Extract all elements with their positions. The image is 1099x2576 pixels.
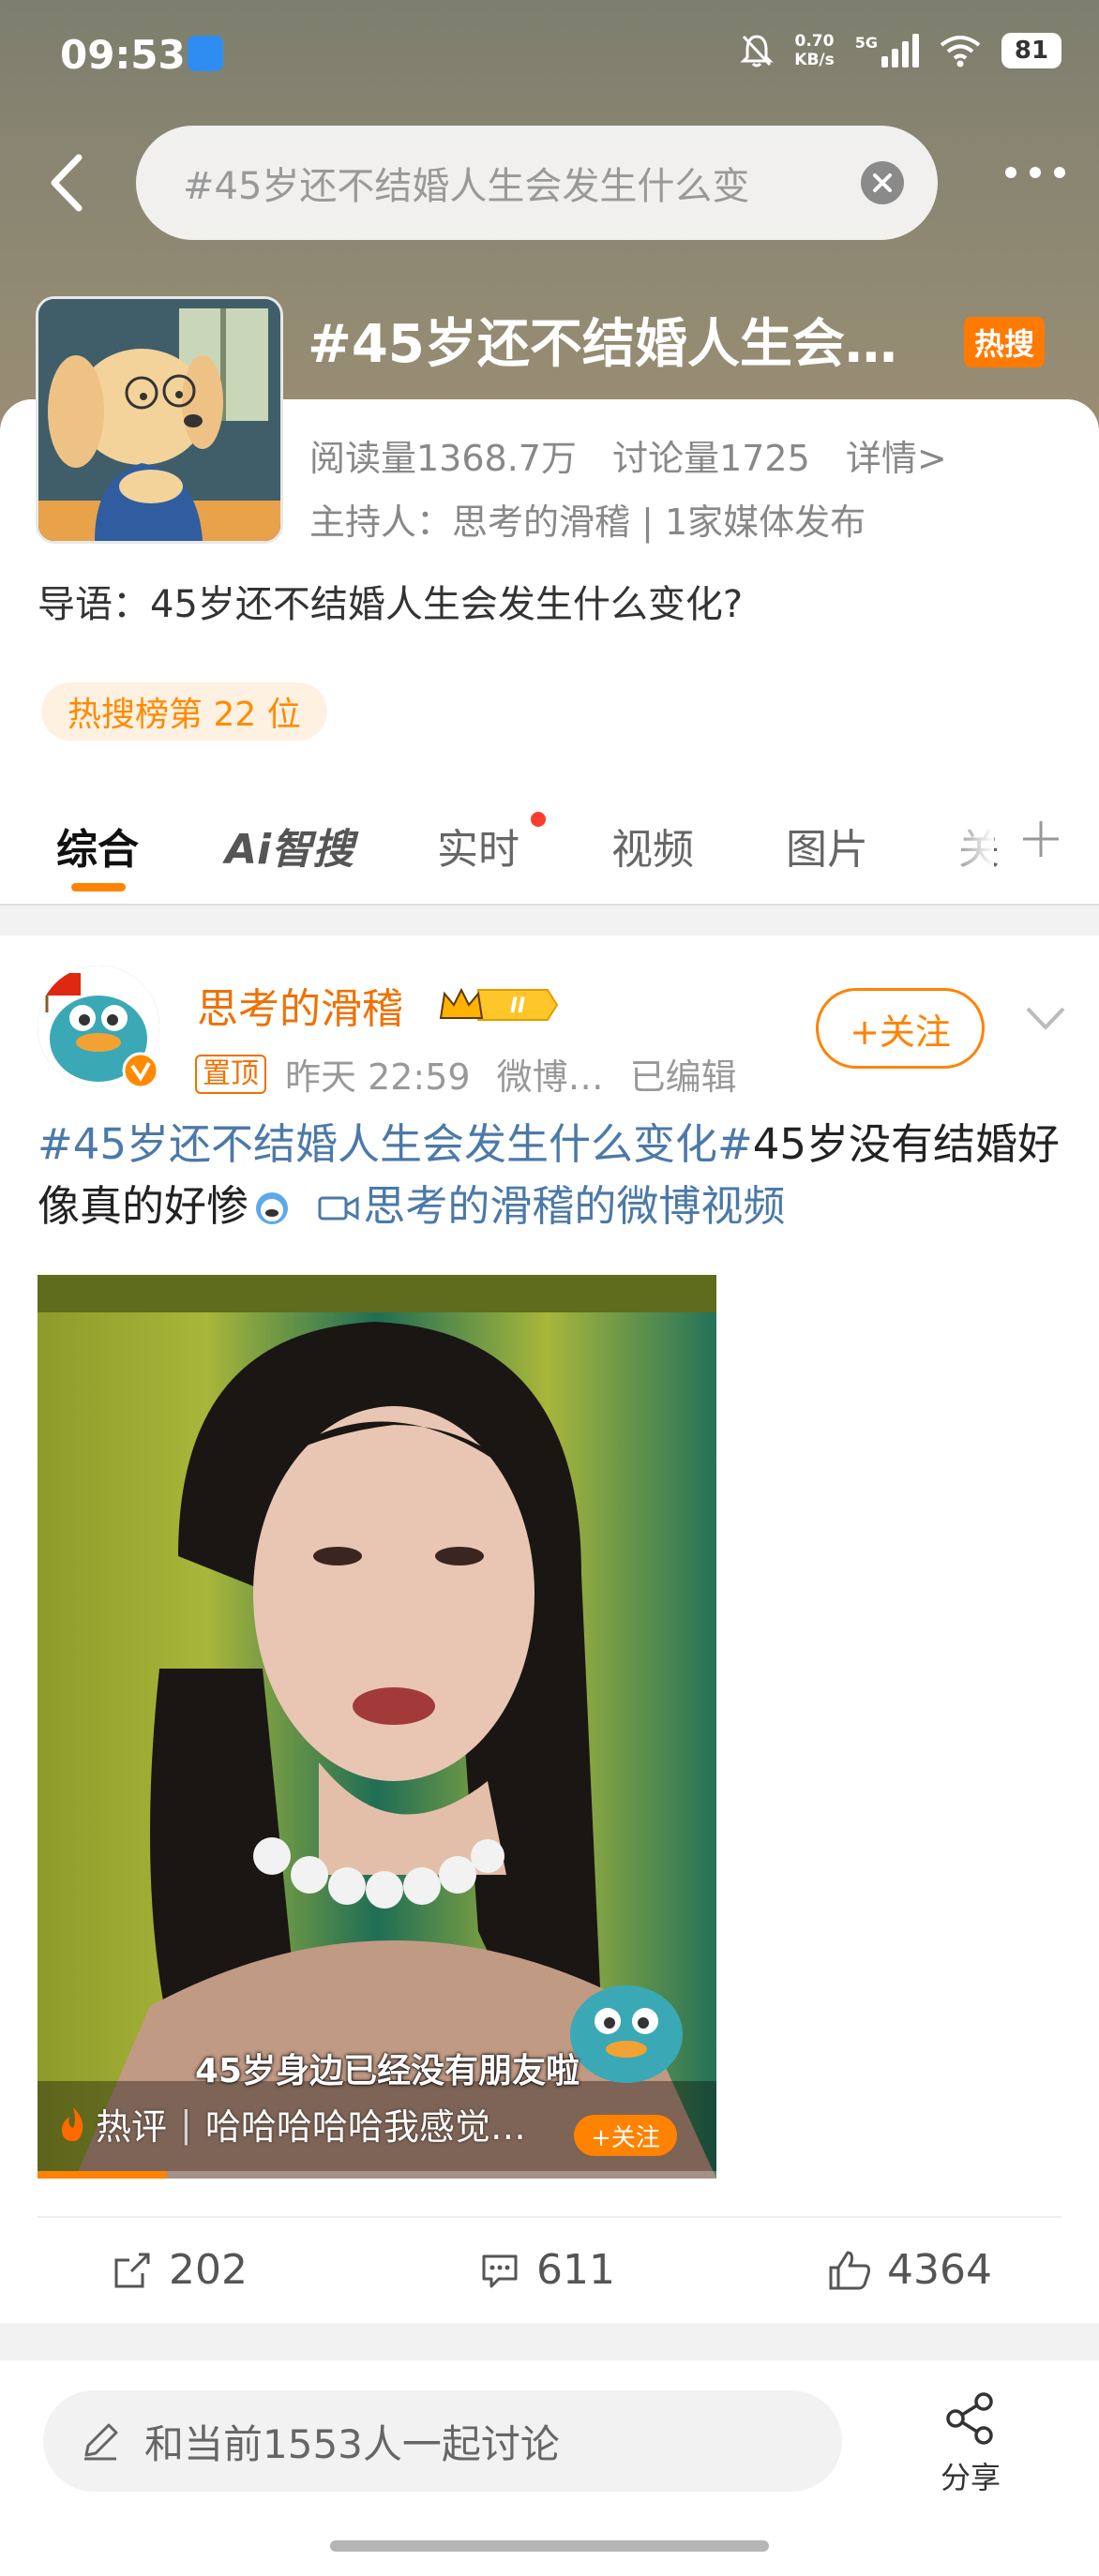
tab-comprehensive[interactable]: 综合 xyxy=(56,816,139,876)
repost-button[interactable]: 202 xyxy=(111,2246,248,2294)
active-tab-indicator xyxy=(71,883,126,891)
pencil-icon xyxy=(84,2423,118,2461)
status-bar: 09:53 0.70 KB/s 5G 81 xyxy=(0,0,1099,112)
tab-ai-search[interactable]: Ai智搜 xyxy=(225,816,354,876)
author-name[interactable]: 思考的滑稽 xyxy=(197,975,403,1035)
chevron-down-icon xyxy=(1026,1007,1065,1030)
back-button[interactable] xyxy=(45,150,92,216)
video-subtitle: 45岁身边已经没有朋友啦 xyxy=(195,2052,580,2090)
verified-badge-icon xyxy=(122,1052,159,1089)
hot-comment-label: 热评 xyxy=(96,2106,168,2148)
back-arrow-icon xyxy=(51,154,83,212)
mascot-icon xyxy=(570,1985,683,2083)
topic-stats: 阅读量1368.7万 讨论量1725 详情> xyxy=(309,429,971,481)
add-tab-button[interactable] xyxy=(1017,816,1064,862)
share-arrow-icon xyxy=(114,2253,150,2287)
close-icon xyxy=(873,173,892,192)
clear-search-button[interactable] xyxy=(861,161,904,204)
video-player[interactable]: 45岁身边已经没有朋友啦 热评 | 哈哈哈哈哈我感觉… +关注 xyxy=(38,1275,716,2179)
hot-comment[interactable]: 热评 | 哈哈哈哈哈我感觉… xyxy=(56,2098,526,2149)
follow-button[interactable]: +关注 xyxy=(816,988,985,1069)
search-query-text: #45岁还不结婚人生会发生什么变 xyxy=(183,165,750,208)
discussion-input[interactable]: 和当前1553人一起讨论 xyxy=(43,2390,842,2492)
like-button[interactable]: 4364 xyxy=(827,2246,992,2294)
discussion-count: 讨论量1725 xyxy=(612,438,810,479)
post-actions: 202 611 4364 xyxy=(38,2216,1061,2325)
comment-button[interactable]: 611 xyxy=(478,2246,615,2294)
more-dot-icon xyxy=(1005,167,1016,178)
more-dot-icon xyxy=(1030,167,1041,178)
more-options-button[interactable] xyxy=(1005,167,1065,178)
tab-video[interactable]: 视频 xyxy=(611,816,694,876)
video-progress-bar[interactable] xyxy=(38,2171,716,2179)
topic-avatar[interactable] xyxy=(36,296,283,544)
post-time: 昨天 22:59 xyxy=(285,1056,471,1098)
topic-host[interactable]: 主持人：思考的滑稽 | 1家媒体发布 xyxy=(309,493,866,545)
battery-indicator: 81 xyxy=(1001,33,1061,68)
mute-bell-icon xyxy=(740,35,774,67)
app-notification-icon xyxy=(188,36,223,71)
post-source: 微博… xyxy=(496,1056,604,1098)
post-meta: 置顶 昨天 22:59 微博… 已编辑 xyxy=(195,1048,737,1100)
home-indicator[interactable] xyxy=(330,2540,769,2552)
like-count: 4364 xyxy=(887,2246,992,2294)
thumbs-up-icon xyxy=(829,2251,870,2289)
svg-text:II: II xyxy=(510,995,525,1018)
tab-images[interactable]: 图片 xyxy=(786,816,868,876)
post-card: 思考的滑稽 II 置顶 昨天 22:59 微博… 已编辑 +关注 #45岁还不结… xyxy=(0,936,1099,2323)
status-indicators: 0.70 KB/s 5G 81 xyxy=(740,32,1061,69)
edited-label[interactable]: 已编辑 xyxy=(630,1048,737,1100)
video-camera-icon xyxy=(318,1196,359,1221)
more-dot-icon xyxy=(1054,167,1065,178)
post-text: #45岁还不结婚人生会发生什么变化#45岁没有结婚好像真的好惨 思考的滑稽的微博… xyxy=(38,1114,1069,1237)
vip-level-badge: II xyxy=(437,984,559,1026)
topic-title: #45岁还不结婚人生会… xyxy=(308,314,897,375)
topic-hashtag-link[interactable]: #45岁还不结婚人生会发生什么变化# xyxy=(38,1119,753,1169)
repost-count: 202 xyxy=(169,2246,248,2294)
share-icon xyxy=(946,2392,993,2445)
tab-fade-overlay xyxy=(938,806,994,881)
bottom-bar: 和当前1553人一起讨论 分享 xyxy=(0,2360,1099,2576)
video-follow-button[interactable]: +关注 xyxy=(574,2115,677,2156)
signal-bars-icon xyxy=(881,34,919,67)
flame-icon xyxy=(62,2106,83,2141)
tab-bar: 综合 Ai智搜 实时 视频 图片 关 xyxy=(0,778,1099,906)
pinned-tag: 置顶 xyxy=(195,1054,266,1094)
network-speed: 0.70 KB/s xyxy=(794,32,835,69)
post-options-button[interactable] xyxy=(1022,999,1069,1037)
cellular-signal: 5G xyxy=(855,34,919,67)
hot-search-badge: 热搜 xyxy=(964,317,1045,367)
status-time: 09:53 xyxy=(60,32,186,78)
comment-count: 611 xyxy=(536,2246,615,2294)
hot-comment-text: 哈哈哈哈哈我感觉… xyxy=(204,2106,526,2148)
video-link[interactable]: 思考的滑稽的微博视频 xyxy=(318,1181,785,1231)
topic-intro: 导语：45岁还不结婚人生会发生什么变化? xyxy=(38,583,744,626)
read-count: 阅读量1368.7万 xyxy=(309,438,577,479)
grin-emoji-icon xyxy=(256,1192,289,1224)
hot-rank-pill[interactable]: 热搜榜第 22 位 xyxy=(41,682,327,741)
crown-icon: II xyxy=(439,987,559,1021)
video-progress-fill xyxy=(38,2171,167,2179)
cartoon-dog-avatar-icon xyxy=(38,299,280,541)
plus-icon xyxy=(1023,821,1059,857)
tab-realtime[interactable]: 实时 xyxy=(437,816,519,876)
comment-icon xyxy=(482,2254,518,2287)
new-content-dot xyxy=(531,812,546,827)
discussion-placeholder: 和当前1553人一起讨论 xyxy=(144,2420,560,2467)
search-input[interactable]: #45岁还不结婚人生会发生什么变 xyxy=(136,126,938,240)
details-link[interactable]: 详情> xyxy=(846,438,947,479)
wifi-icon xyxy=(940,36,981,67)
share-button[interactable]: 分享 xyxy=(928,2390,1013,2503)
share-label: 分享 xyxy=(940,2460,1001,2495)
